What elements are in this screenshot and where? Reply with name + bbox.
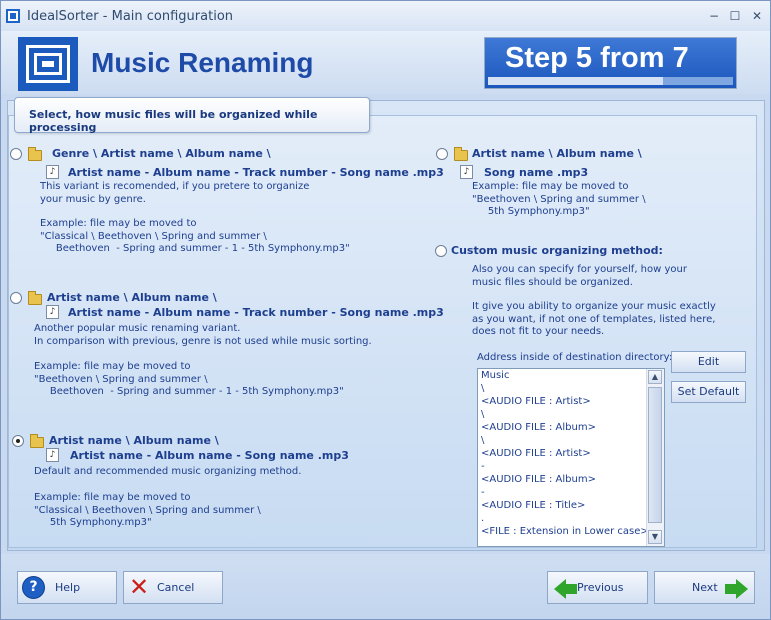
cancel-icon: ✕	[129, 573, 150, 601]
previous-label: Previous	[577, 581, 624, 594]
address-line: .	[481, 513, 485, 524]
option-4-example: Example: file may be moved to "Beethoven…	[472, 181, 646, 218]
address-scrollbar[interactable]: ▲ ▼	[646, 369, 664, 546]
address-line: -	[481, 461, 485, 472]
address-line: -	[481, 487, 485, 498]
step-progress-bar	[488, 77, 733, 85]
option-4-radio[interactable]	[436, 148, 448, 160]
help-icon: ?	[22, 576, 45, 599]
option-1-example: Example: file may be moved to "Classical…	[40, 218, 350, 255]
scroll-thumb[interactable]	[648, 387, 662, 523]
address-line: \	[481, 435, 485, 446]
main-window: IdealSorter - Main configuration − ☐ ✕ M…	[0, 0, 771, 620]
maximize-button[interactable]: ☐	[727, 8, 743, 24]
option-2-filename: Artist name - Album name - Track number …	[68, 306, 444, 319]
section-header: Select, how music files will be organize…	[14, 97, 370, 134]
header: Music Renaming Step 5 from 7	[1, 31, 770, 94]
app-icon	[6, 9, 20, 23]
music-file-icon: ♪	[46, 448, 59, 462]
page-title: Music Renaming	[91, 47, 314, 78]
close-button[interactable]: ✕	[749, 8, 765, 24]
folder-icon	[30, 434, 44, 448]
address-textbox[interactable]: Music \ <AUDIO FILE : Artist> \ <AUDIO FILE …	[477, 368, 665, 547]
address-line: \	[481, 383, 485, 394]
window-title: IdealSorter - Main configuration	[27, 9, 234, 24]
minimize-button[interactable]: −	[706, 8, 722, 24]
help-label: Help	[55, 581, 81, 594]
option-4-path[interactable]: Artist name \ Album name \	[472, 147, 642, 160]
option-4-filename: Song name .mp3	[484, 166, 589, 179]
step-indicator: Step 5 from 7	[484, 37, 737, 89]
option-1-description: This variant is recomended, if you prete…	[40, 181, 310, 205]
address-line: <AUDIO FILE : Artist>	[481, 396, 591, 407]
option-2-path[interactable]: Artist name \ Album name \	[47, 291, 217, 304]
custom-option-radio[interactable]	[435, 245, 447, 257]
option-1-path[interactable]: Genre \ Artist name \ Album name \	[52, 147, 271, 160]
address-line: <AUDIO FILE : Artist>	[481, 448, 591, 459]
music-file-icon: ♪	[460, 165, 473, 179]
set-default-button[interactable]: Set Default	[671, 381, 746, 403]
option-3-path[interactable]: Artist name \ Album name \	[49, 434, 219, 447]
option-2-description: Another popular music renaming variant. …	[34, 323, 372, 347]
cancel-label: Cancel	[157, 581, 195, 594]
option-3-description: Default and recommended music organizing…	[34, 466, 302, 477]
option-2-radio[interactable]	[10, 292, 22, 304]
folder-icon	[28, 147, 42, 161]
custom-option-label[interactable]: Custom music organizing method:	[451, 244, 663, 257]
step-text: Step 5 from 7	[505, 42, 689, 74]
option-1-filename: Artist name - Album name - Track number …	[68, 166, 444, 179]
address-line: <AUDIO FILE : Album>	[481, 474, 596, 485]
scroll-down-icon[interactable]: ▼	[648, 530, 662, 544]
scroll-up-icon[interactable]: ▲	[648, 370, 662, 384]
address-label: Address inside of destination directory:	[477, 352, 673, 363]
folder-icon	[454, 147, 468, 161]
option-2-example: Example: file may be moved to "Beethoven…	[34, 361, 344, 398]
logo-icon	[18, 37, 78, 91]
folder-icon	[28, 291, 42, 305]
music-file-icon: ♪	[46, 305, 59, 319]
edit-button[interactable]: Edit	[671, 351, 746, 373]
help-button[interactable]: ? Help	[17, 571, 117, 604]
address-line: <AUDIO FILE : Title>	[481, 500, 586, 511]
option-3-example: Example: file may be moved to "Classical…	[34, 492, 261, 529]
step-progress-fill	[488, 77, 663, 85]
custom-description-1: Also you can specify for yourself, how y…	[472, 264, 687, 288]
address-line: \	[481, 409, 485, 420]
previous-button[interactable]: Previous	[547, 571, 648, 604]
address-line: <FILE : Extension in Lower case>	[481, 526, 649, 537]
address-line: Music	[481, 370, 510, 381]
option-3-filename: Artist name - Album name - Song name .mp…	[70, 449, 349, 462]
section-title: Select, how music files will be organize…	[29, 108, 318, 134]
option-3-radio[interactable]	[12, 435, 24, 447]
next-button[interactable]: Next	[654, 571, 755, 604]
music-file-icon: ♪	[46, 165, 59, 179]
address-line: <AUDIO FILE : Album>	[481, 422, 596, 433]
cancel-button[interactable]: ✕ Cancel	[123, 571, 223, 604]
next-label: Next	[692, 581, 718, 594]
option-1-radio[interactable]	[10, 148, 22, 160]
custom-description-2: It give you ability to organize your mus…	[472, 301, 716, 338]
title-bar: IdealSorter - Main configuration − ☐ ✕	[1, 1, 770, 31]
